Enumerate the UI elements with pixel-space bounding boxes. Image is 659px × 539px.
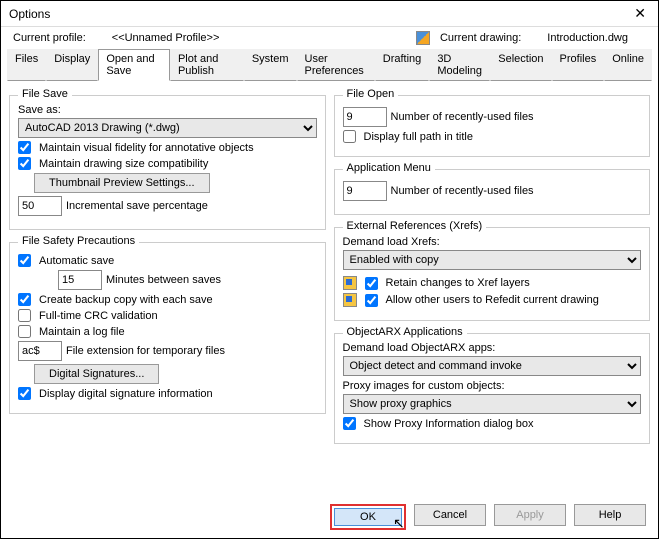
show-proxy-label: Show Proxy Information dialog box: [364, 418, 534, 430]
current-profile-value: <<Unnamed Profile>>: [94, 32, 238, 44]
cancel-button[interactable]: Cancel: [414, 504, 486, 526]
save-as-label: Save as:: [18, 104, 317, 116]
demand-xrefs-label: Demand load Xrefs:: [343, 236, 642, 248]
display-sig-checkbox[interactable]: [18, 387, 31, 400]
tab-user-preferences[interactable]: User Preferences: [297, 49, 375, 81]
group-xrefs: External References (Xrefs) Demand load …: [334, 227, 651, 321]
close-icon[interactable]: ✕: [630, 5, 650, 22]
group-title: File Open: [343, 88, 399, 100]
incremental-input[interactable]: [18, 196, 62, 216]
group-file-open: File Open Number of recently-used files …: [334, 95, 651, 157]
ext-input[interactable]: [18, 341, 62, 361]
minutes-label: Minutes between saves: [106, 274, 221, 286]
demand-arx-label: Demand load ObjectARX apps:: [343, 342, 642, 354]
demand-arx-select[interactable]: Object detect and command invoke: [343, 356, 642, 376]
group-app-menu: Application Menu Number of recently-used…: [334, 169, 651, 215]
group-file-save: File Save Save as: AutoCAD 2013 Drawing …: [9, 95, 326, 230]
full-path-label: Display full path in title: [364, 131, 473, 143]
tab-plot-and-publish[interactable]: Plot and Publish: [170, 49, 244, 81]
allow-refedit-checkbox[interactable]: [365, 294, 378, 307]
ok-button[interactable]: OK: [334, 508, 402, 526]
proxy-images-label: Proxy images for custom objects:: [343, 380, 642, 392]
proxy-images-select[interactable]: Show proxy graphics: [343, 394, 642, 414]
group-title: ObjectARX Applications: [343, 326, 467, 338]
incremental-label: Incremental save percentage: [66, 200, 208, 212]
display-sig-label: Display digital signature information: [39, 388, 213, 400]
show-proxy-checkbox[interactable]: [343, 417, 356, 430]
xref-icon: [343, 293, 357, 307]
tab-online[interactable]: Online: [604, 49, 652, 81]
tab-selection[interactable]: Selection: [490, 49, 551, 81]
crc-checkbox[interactable]: [18, 309, 31, 322]
group-file-safety: File Safety Precautions Automatic save M…: [9, 242, 326, 414]
full-path-checkbox[interactable]: [343, 130, 356, 143]
maintain-visual-label: Maintain visual fidelity for annotative …: [39, 142, 254, 154]
auto-save-checkbox[interactable]: [18, 254, 31, 267]
logfile-label: Maintain a log file: [39, 326, 125, 338]
tab-3d-modeling[interactable]: 3D Modeling: [429, 49, 490, 81]
button-bar: OK Cancel Apply Help: [330, 504, 646, 530]
content: File Save Save as: AutoCAD 2013 Drawing …: [1, 81, 658, 452]
backup-checkbox[interactable]: [18, 293, 31, 306]
group-title: Application Menu: [343, 162, 435, 174]
minutes-input[interactable]: [58, 270, 102, 290]
allow-refedit-label: Allow other users to Refedit current dra…: [386, 294, 599, 306]
profile-row: Current profile: <<Unnamed Profile>> Cur…: [1, 27, 658, 49]
demand-xrefs-select[interactable]: Enabled with copy: [343, 250, 642, 270]
window-title: Options: [9, 7, 630, 21]
ext-label: File extension for temporary files: [66, 345, 225, 357]
maintain-size-label: Maintain drawing size compatibility: [39, 158, 208, 170]
group-title: External References (Xrefs): [343, 220, 487, 232]
tab-profiles[interactable]: Profiles: [552, 49, 605, 81]
crc-label: Full-time CRC validation: [39, 310, 158, 322]
group-objectarx: ObjectARX Applications Demand load Objec…: [334, 333, 651, 444]
maintain-visual-checkbox[interactable]: [18, 141, 31, 154]
appmenu-recent-input[interactable]: [343, 181, 387, 201]
dwg-icon: [416, 31, 430, 45]
tab-display[interactable]: Display: [46, 49, 98, 81]
maintain-size-checkbox[interactable]: [18, 157, 31, 170]
retain-xref-label: Retain changes to Xref layers: [386, 277, 530, 289]
save-as-select[interactable]: AutoCAD 2013 Drawing (*.dwg): [18, 118, 317, 138]
apply-button[interactable]: Apply: [494, 504, 566, 526]
tab-drafting[interactable]: Drafting: [375, 49, 430, 81]
tab-system[interactable]: System: [244, 49, 297, 81]
help-button[interactable]: Help: [574, 504, 646, 526]
recent-files-input[interactable]: [343, 107, 387, 127]
recent-files-label: Number of recently-used files: [391, 111, 534, 123]
titlebar: Options ✕: [1, 1, 658, 27]
thumbnail-button[interactable]: Thumbnail Preview Settings...: [34, 173, 210, 193]
group-title: File Save: [18, 88, 72, 100]
xref-icon: [343, 276, 357, 290]
tab-files[interactable]: Files: [7, 49, 46, 81]
tab-open-and-save[interactable]: Open and Save: [98, 49, 170, 81]
logfile-checkbox[interactable]: [18, 325, 31, 338]
current-profile-label: Current profile:: [13, 32, 86, 44]
ok-highlight: OK: [330, 504, 406, 530]
group-title: File Safety Precautions: [18, 235, 139, 247]
backup-label: Create backup copy with each save: [39, 294, 213, 306]
retain-xref-checkbox[interactable]: [365, 277, 378, 290]
current-drawing-value: Introduction.dwg: [529, 32, 646, 44]
appmenu-recent-label: Number of recently-used files: [391, 185, 534, 197]
tab-strip: FilesDisplayOpen and SavePlot and Publis…: [7, 49, 652, 81]
current-drawing-label: Current drawing:: [440, 32, 521, 44]
auto-save-label: Automatic save: [39, 255, 114, 267]
signatures-button[interactable]: Digital Signatures...: [34, 364, 159, 384]
